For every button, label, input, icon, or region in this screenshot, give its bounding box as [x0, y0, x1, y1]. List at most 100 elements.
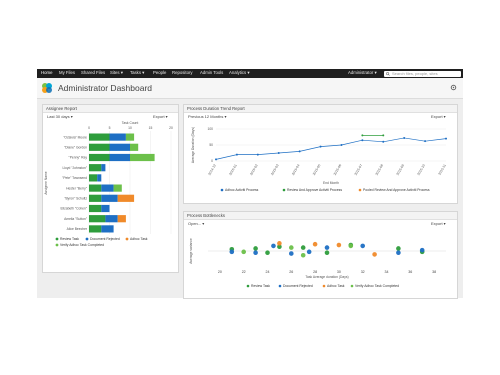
nav-analytics[interactable]: Analytics ▾: [229, 70, 250, 76]
bar-segment: [113, 184, 122, 192]
scatter-point: [348, 243, 354, 249]
scatter-point: [253, 246, 258, 251]
assignee-report-title: Assignee Report: [43, 105, 178, 113]
line-point: [298, 150, 301, 153]
legend-label: Adhoc Task: [130, 237, 148, 241]
line-point: [277, 152, 280, 154]
bar-category-label: Amelia "Sutton": [64, 217, 88, 221]
bar-segment: [130, 153, 155, 162]
bar-category-label: Lloyd "Johnston": [62, 166, 87, 170]
nav-repository[interactable]: Repository: [172, 70, 193, 75]
bar-segment: [89, 204, 102, 213]
assignee-bar-chart: Task Count 0 5 10 15 20 Assignee Name "Octavia"…: [44, 121, 173, 247]
bottlenecks-range-dropdown[interactable]: Open... ▾: [188, 221, 204, 226]
bar-segment: [89, 215, 106, 223]
bar-segment: [101, 204, 110, 213]
assignee-range-dropdown[interactable]: Last 30 days ▾: [47, 114, 73, 119]
scatter-point: [253, 250, 258, 255]
bar-category-label: "Diane" Gordon: [64, 146, 87, 150]
legend-label: Review Task: [60, 237, 79, 241]
line-y-tick: 0: [211, 159, 213, 163]
bar-segment: [130, 143, 139, 151]
top-nav-bar: Home My Files Shared Files Sites ▾ Tasks…: [37, 69, 463, 78]
scatter-x-tick: 22: [242, 270, 246, 274]
nav-shared-files[interactable]: Shared Files: [81, 70, 105, 75]
line-point: [235, 153, 238, 156]
nav-sites[interactable]: Sites ▾: [110, 70, 123, 76]
legend-marker: [322, 284, 326, 288]
bar-category-label: Elizabeth "Cohen": [60, 207, 87, 211]
line-x-tick: 2015-05: [312, 163, 322, 176]
scatter-point: [360, 243, 365, 249]
bar-segment: [89, 164, 102, 172]
legend-label: Document Rejected: [283, 284, 313, 288]
bar-segment: [89, 153, 110, 162]
trend-report-title: Process Duration Trend Report: [184, 105, 457, 113]
bar-segment: [89, 143, 110, 151]
scatter-point: [396, 246, 401, 251]
scatter-x-tick: 20: [218, 270, 222, 274]
line-point: [403, 136, 406, 139]
line-x-tick: 2014-12: [207, 163, 217, 176]
user-menu[interactable]: Administrator ▾: [348, 70, 377, 76]
bar-category-label: "Octavia" Moore: [63, 135, 87, 139]
scatter-point: [324, 250, 330, 255]
nav-my-files[interactable]: My Files: [59, 70, 75, 75]
legend-label: Verify Adhoc Task Completed: [355, 284, 399, 288]
legend-label: Document Rejected: [90, 237, 120, 241]
legend-marker: [282, 188, 286, 192]
legend-marker: [55, 237, 59, 241]
bar-segment: [101, 164, 106, 172]
line-x-tick: 2015-06: [333, 163, 343, 176]
scatter-x-tick: 30: [337, 270, 341, 274]
legend-label: Pooled Review And Approve Activiti Proce…: [363, 188, 430, 192]
legend-marker: [55, 243, 59, 247]
nav-people[interactable]: People: [153, 70, 166, 75]
legend-marker: [220, 188, 224, 192]
line-x-tick: 2015-03: [270, 163, 280, 176]
trend-export-button[interactable]: Export ▾: [431, 114, 446, 119]
gear-icon[interactable]: [450, 84, 457, 91]
legend-marker: [350, 284, 354, 288]
scatter-x-tick: 32: [361, 270, 365, 274]
bottlenecks-title: Process Bottlenecks: [184, 212, 457, 220]
line-y-tick: 50: [209, 143, 213, 147]
trend-report-panel: Process Duration Trend Report Previous 1…: [183, 104, 458, 204]
search-input[interactable]: Search files, people, sites: [392, 71, 438, 76]
assignee-export-button[interactable]: Export ▾: [153, 114, 168, 119]
line-point: [215, 158, 217, 161]
scatter-x-tick: 28: [313, 270, 317, 274]
bottlenecks-export-button[interactable]: Export ▾: [431, 221, 446, 226]
legend-marker: [358, 188, 362, 192]
line-point: [361, 134, 364, 137]
bar-x-tick: 20: [169, 126, 173, 130]
nav-admin-tools[interactable]: Admin Tools: [200, 70, 223, 75]
bar-segment: [89, 133, 110, 141]
scatter-x-axis-title: Task Average duration (Days): [305, 275, 348, 279]
scatter-x-tick: 24: [266, 270, 270, 274]
scatter-point: [300, 245, 306, 250]
bottlenecks-panel: Process Bottlenecks Open... ▾ Export ▾ A…: [183, 211, 458, 299]
line-x-tick: 2015-08: [375, 163, 385, 176]
line-y-axis-title: Average Duration (Days): [191, 127, 195, 163]
legend-label: Adhoc Activiti Process: [225, 188, 259, 192]
bar-x-tick: 0: [88, 126, 90, 130]
assignee-report-panel: Assignee Report Last 30 days ▾ Export ▾ …: [42, 104, 179, 273]
bar-x-tick: 15: [149, 126, 153, 130]
scatter-point: [289, 245, 294, 250]
line-series: [215, 137, 447, 160]
bar-segment: [89, 225, 102, 233]
search-box[interactable]: Search files, people, sites: [384, 70, 461, 77]
trend-range-dropdown[interactable]: Previous 12 Months ▾: [188, 114, 226, 119]
scatter-point: [265, 250, 270, 255]
line-y-tick: 100: [207, 127, 213, 131]
nav-tasks[interactable]: Tasks ▾: [130, 70, 144, 76]
nav-home[interactable]: Home: [41, 70, 52, 75]
scatter-point: [271, 243, 276, 249]
search-icon: [386, 71, 390, 76]
scatter-point: [396, 250, 401, 255]
scatter-point: [312, 241, 318, 247]
page-title: Administrator Dashboard: [58, 83, 153, 93]
bar-category-label: Alice Beecher: [67, 227, 88, 231]
legend-label: Review Task: [251, 284, 270, 288]
